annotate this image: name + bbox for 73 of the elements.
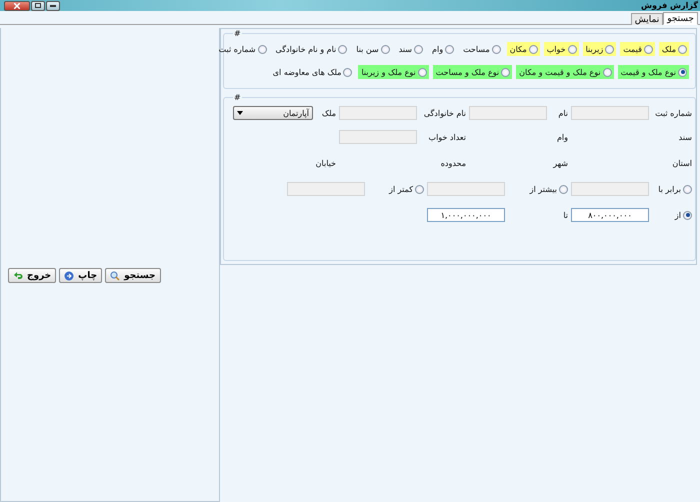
radio-button[interactable] <box>414 44 424 54</box>
radio-button[interactable] <box>380 44 390 54</box>
field-label: تعداد خواب <box>428 132 466 142</box>
field-label: ملک <box>320 108 336 118</box>
radio-label: برابر با <box>658 184 681 194</box>
radio-label: کمتر از <box>389 184 413 194</box>
tab[interactable]: نمایش <box>630 13 664 25</box>
radio-label: بیشتر از <box>530 184 557 194</box>
radio-label: نوع ملک و قیمت <box>620 68 676 76</box>
radio-button[interactable] <box>678 68 687 76</box>
radio-button[interactable] <box>338 44 348 54</box>
field-label: تا <box>562 210 568 220</box>
field-label: نام خانوادگی <box>422 108 466 118</box>
arrow-circle-icon <box>64 270 74 280</box>
magnifier-icon <box>110 270 120 280</box>
radio-button[interactable] <box>683 210 692 220</box>
radio-button[interactable] <box>415 184 424 194</box>
radio-button[interactable] <box>644 44 653 54</box>
radio-button[interactable] <box>602 68 612 76</box>
radio-button[interactable] <box>683 184 692 194</box>
radio-label: سن بنا <box>356 44 379 54</box>
radio-label: سند <box>398 44 412 54</box>
maximize-icon <box>35 3 41 8</box>
radio-label: نام و نام خانوادگی <box>276 44 336 54</box>
field-label: وام <box>556 132 568 142</box>
field-label: نام <box>557 108 568 118</box>
radio-label: خواب <box>546 44 566 54</box>
radio-label: از <box>674 210 681 220</box>
tab[interactable]: جستجو <box>663 12 698 25</box>
window-title: گزارش فروش <box>640 0 698 11</box>
input-field[interactable]: ۸۰۰,۰۰۰,۰۰۰ <box>571 208 649 222</box>
radio-label: ملک های معاوضه ای <box>272 68 342 76</box>
radio-label: نوع ملک و مساحت <box>436 68 500 76</box>
field-label: محدوده <box>440 158 466 168</box>
radio-label: قیمت <box>623 44 642 54</box>
caret-icon <box>237 111 243 115</box>
radio-button[interactable] <box>492 44 501 54</box>
radio-button[interactable] <box>559 184 568 194</box>
action-button[interactable]: جستجو <box>105 268 161 283</box>
radio-label: نوع ملک و قیمت و مکان <box>519 68 601 76</box>
radio-label: مساحت <box>463 44 490 54</box>
radio-label: شماره ثبت <box>218 44 256 54</box>
field-label: سند <box>678 132 692 142</box>
radio-label: ملک <box>662 44 676 54</box>
field-label: شهر <box>552 158 568 168</box>
minimize-icon <box>50 4 56 6</box>
radio-button[interactable] <box>445 44 454 54</box>
radio-label: زیربنا <box>586 44 604 54</box>
radio-label: مکان <box>510 44 527 54</box>
radio-button[interactable] <box>418 68 427 76</box>
action-button[interactable]: خروج <box>8 268 56 283</box>
radio-button[interactable] <box>501 68 510 76</box>
minimize-button[interactable] <box>46 0 60 10</box>
radio-button[interactable] <box>568 44 577 54</box>
radio-button[interactable] <box>678 44 687 54</box>
back-arrow-icon <box>13 271 23 280</box>
radio-label: نوع ملک و زیربنا <box>361 68 416 76</box>
radio-button[interactable] <box>605 44 614 54</box>
close-icon <box>14 2 20 8</box>
input-field[interactable]: ۱,۰۰۰,۰۰۰,۰۰۰ <box>427 208 505 222</box>
radio-button[interactable] <box>343 68 352 76</box>
radio-button[interactable] <box>258 44 267 54</box>
field-label: شماره ثبت <box>654 108 692 118</box>
radio-label: وام <box>432 44 444 54</box>
maximize-button[interactable] <box>31 0 45 10</box>
dropdown[interactable]: آپارتمان <box>233 106 313 120</box>
field-label: استان <box>671 158 692 168</box>
action-button[interactable]: چاپ <box>59 268 102 283</box>
field-label: خیابان <box>314 158 336 168</box>
group-legend: # <box>233 93 242 102</box>
close-button[interactable] <box>4 0 30 10</box>
radio-button[interactable] <box>528 44 538 54</box>
group-legend: # <box>233 29 242 38</box>
